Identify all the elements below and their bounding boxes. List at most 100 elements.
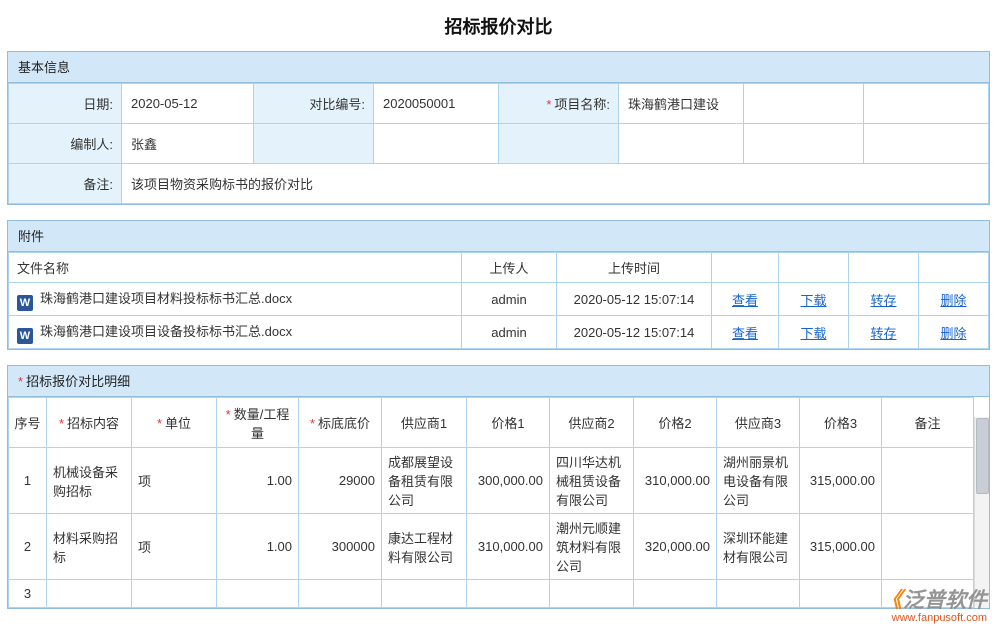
save-as-link[interactable]: 转存 (870, 326, 896, 341)
project-name-label: *项目名称: (499, 84, 619, 124)
detail-section-title-text: 招标报价对比明细 (26, 374, 130, 389)
bid-content: 材料采购招标 (47, 514, 132, 580)
basic-info-form: 日期: 2020-05-12 对比编号: 2020050001 *项目名称: 珠… (8, 83, 989, 204)
price-1 (467, 580, 550, 608)
creator-label: 编制人: (9, 124, 122, 164)
file-cell: W 珠海鹤港口建设项目材料投标标书汇总.docx (9, 283, 462, 316)
detail-panel: *招标报价对比明细 序号 *招标内容 *单位 *数量/工程量 *标底底价 供应商… (7, 365, 990, 609)
row-no: 3 (9, 580, 47, 608)
base-price: 300000 (299, 514, 382, 580)
price-2: 310,000.00 (634, 448, 717, 514)
file-name: 珠海鹤港口建设项目设备投标标书汇总.docx (40, 324, 292, 339)
col-remark: 备注 (882, 398, 974, 448)
required-mark: * (310, 416, 315, 431)
col-price-2: 价格2 (634, 398, 717, 448)
view-link[interactable]: 查看 (732, 326, 758, 341)
download-link[interactable]: 下载 (800, 326, 826, 341)
col-supplier-2: 供应商2 (550, 398, 634, 448)
col-action-2 (779, 253, 849, 283)
bid-content: 机械设备采购招标 (47, 448, 132, 514)
empty-cell (744, 124, 864, 164)
supplier-3: 湖州丽景机电设备有限公司 (717, 448, 800, 514)
supplier-3: 深圳环能建材有限公司 (717, 514, 800, 580)
compare-no-value: 2020050001 (374, 84, 499, 124)
price-2 (634, 580, 717, 608)
price-3: 315,000.00 (800, 514, 882, 580)
col-qty: *数量/工程量 (217, 398, 299, 448)
col-supplier-1: 供应商1 (382, 398, 467, 448)
col-content: *招标内容 (47, 398, 132, 448)
col-action-1 (712, 253, 779, 283)
required-mark: * (157, 416, 162, 431)
quantity (217, 580, 299, 608)
attachments-section-title: 附件 (8, 221, 989, 252)
attachment-row: W 珠海鹤港口建设项目设备投标标书汇总.docx admin 2020-05-12… (9, 316, 989, 349)
col-file-name: 文件名称 (9, 253, 462, 283)
supplier-2 (550, 580, 634, 608)
basic-info-row-3: 备注: 该项目物资采购标书的报价对比 (9, 164, 989, 204)
empty-cell (374, 124, 499, 164)
date-value: 2020-05-12 (122, 84, 254, 124)
col-action-3 (849, 253, 919, 283)
required-mark: * (59, 416, 64, 431)
col-no: 序号 (9, 398, 47, 448)
uploader: admin (462, 316, 557, 349)
word-file-icon: W (17, 295, 33, 311)
detail-row: 1 机械设备采购招标 项 1.00 29000 成都展望设备租赁有限公司 300… (9, 448, 974, 514)
save-as-link[interactable]: 转存 (870, 293, 896, 308)
basic-info-row-2: 编制人: 张鑫 (9, 124, 989, 164)
supplier-2: 四川华达机械租赁设备有限公司 (550, 448, 634, 514)
detail-row: 3 (9, 580, 974, 608)
delete-link[interactable]: 删除 (940, 293, 966, 308)
bid-content (47, 580, 132, 608)
col-price-3: 价格3 (800, 398, 882, 448)
attachment-row: W珠海鹤港口建设项目材料投标标书汇总.docx admin 2020-05-12… (9, 283, 989, 316)
empty-label-cell (499, 124, 619, 164)
detail-table: 序号 *招标内容 *单位 *数量/工程量 *标底底价 供应商1 价格1 供应商2… (8, 397, 974, 608)
remark-label: 备注: (9, 164, 122, 204)
empty-label-cell (254, 124, 374, 164)
supplier-1 (382, 580, 467, 608)
col-action-4 (919, 253, 989, 283)
word-file-icon: W (17, 328, 33, 344)
vertical-scrollbar[interactable] (974, 417, 989, 608)
col-price-1: 价格1 (467, 398, 550, 448)
supplier-1: 康达工程材料有限公司 (382, 514, 467, 580)
empty-cell (864, 84, 989, 124)
page-title: 招标报价对比 (0, 0, 997, 51)
supplier-1: 成都展望设备租赁有限公司 (382, 448, 467, 514)
basic-info-panel: 基本信息 日期: 2020-05-12 对比编号: 2020050001 *项目… (7, 51, 990, 205)
upload-time: 2020-05-12 15:07:14 (557, 316, 712, 349)
required-mark: * (18, 374, 23, 389)
download-link[interactable]: 下载 (800, 293, 826, 308)
file-name: 珠海鹤港口建设项目材料投标标书汇总.docx (40, 291, 292, 306)
date-label: 日期: (9, 84, 122, 124)
uploader: admin (462, 283, 557, 316)
row-remark (882, 580, 974, 608)
attachments-panel: 附件 文件名称 上传人 上传时间 W 珠海鹤港口建设项目材料投标标书汇总.docx… (7, 220, 990, 350)
attachments-header-row: 文件名称 上传人 上传时间 (9, 253, 989, 283)
empty-cell (744, 84, 864, 124)
col-upload-time: 上传时间 (557, 253, 712, 283)
view-link[interactable]: 查看 (732, 293, 758, 308)
remark-value: 该项目物资采购标书的报价对比 (122, 164, 989, 204)
col-base-price-text: 标底底价 (318, 416, 370, 431)
empty-cell (864, 124, 989, 164)
delete-link[interactable]: 删除 (940, 326, 966, 341)
file-cell: W 珠海鹤港口建设项目设备投标标书汇总.docx (9, 316, 462, 349)
unit: 项 (132, 514, 217, 580)
required-mark: * (226, 407, 231, 422)
col-uploader: 上传人 (462, 253, 557, 283)
col-base-price: *标底底价 (299, 398, 382, 448)
project-name-label-text: 项目名称: (554, 97, 610, 112)
scrollbar-thumb[interactable] (976, 418, 989, 494)
col-qty-text: 数量/工程量 (234, 407, 290, 441)
basic-info-row-1: 日期: 2020-05-12 对比编号: 2020050001 *项目名称: 珠… (9, 84, 989, 124)
creator-value: 张鑫 (122, 124, 254, 164)
price-3: 315,000.00 (800, 448, 882, 514)
price-3 (800, 580, 882, 608)
base-price (299, 580, 382, 608)
price-2: 320,000.00 (634, 514, 717, 580)
col-content-text: 招标内容 (67, 416, 119, 431)
base-price: 29000 (299, 448, 382, 514)
